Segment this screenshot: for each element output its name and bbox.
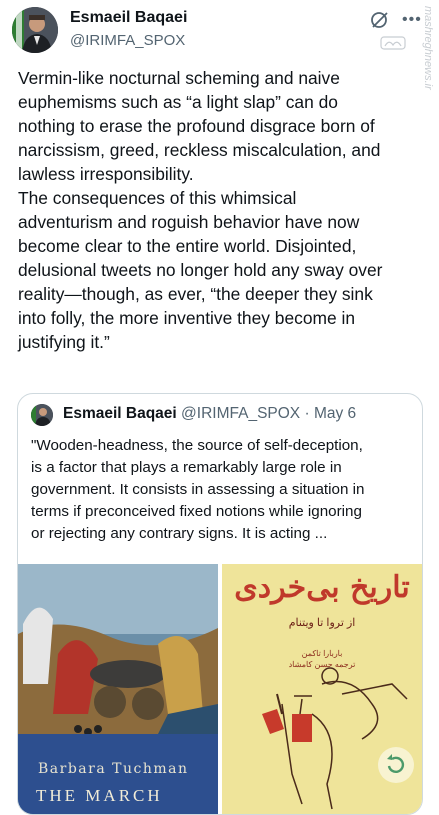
grok-icon[interactable] <box>370 10 390 30</box>
quote-author-handle: @IRIMFA_SPOX <box>181 405 301 422</box>
quote-avatar <box>31 404 53 426</box>
watermark-text: mashreghnews.ir <box>422 6 434 90</box>
book1-author: Barbara Tuchman <box>38 761 189 777</box>
author-handle[interactable]: @IRIMFA_SPOX <box>70 32 185 49</box>
quote-body: "Wooden-headness, the source of self-dec… <box>31 437 365 542</box>
author-name[interactable]: Esmaeil Baqaei <box>70 9 187 27</box>
book-cover-march-of-folly[interactable]: Barbara Tuchman THE MARCH <box>18 564 218 814</box>
book-cover-persian-edition[interactable]: تاریخ بی‌خردی از تروا تا ویتنام باربارا … <box>222 564 422 814</box>
book1-title: THE MARCH <box>36 786 163 805</box>
quote-separator: · <box>304 405 310 422</box>
quote-author-name: Esmaeil Baqaei <box>63 405 177 422</box>
quote-media[interactable]: Barbara Tuchman THE MARCH تاریخ بی‌خردی … <box>18 564 422 814</box>
quote-date: May 6 <box>313 405 357 422</box>
author-avatar[interactable] <box>12 7 58 53</box>
quoted-tweet[interactable]: Esmaeil Baqaei @IRIMFA_SPOX · May 6 "Woo… <box>17 393 423 815</box>
watermark-logo <box>373 36 413 50</box>
quote-header: Esmaeil Baqaei @IRIMFA_SPOX · May 6 <box>63 405 356 423</box>
tweet: Esmaeil Baqaei @IRIMFA_SPOX ••• mashregh… <box>0 0 439 815</box>
tweet-body: Vermin-like nocturnal scheming and naive… <box>18 68 383 352</box>
replay-icon[interactable] <box>378 747 414 783</box>
